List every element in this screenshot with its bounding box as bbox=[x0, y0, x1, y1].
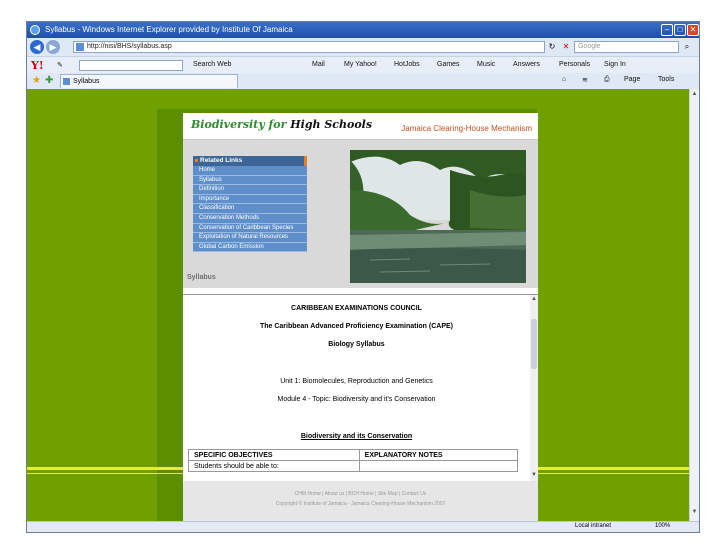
related-link-conservation-methods[interactable]: Conservation Methods bbox=[193, 214, 307, 224]
favorites-star-icon[interactable]: ★ bbox=[32, 75, 41, 86]
home-icon[interactable]: ⌂ bbox=[562, 76, 566, 83]
forward-button[interactable]: ▶ bbox=[46, 40, 60, 54]
table-cell-empty bbox=[358, 460, 519, 472]
header-panel: Related Links Home Syllabus Definition I… bbox=[183, 140, 538, 288]
stop-icon[interactable]: ✕ bbox=[561, 42, 571, 52]
site-footer: CHM Home | About us | BCH Home | Site Ma… bbox=[183, 481, 538, 521]
related-link-importance[interactable]: Importance bbox=[193, 195, 307, 205]
refresh-icon[interactable]: ↻ bbox=[547, 42, 557, 52]
add-favorite-icon[interactable]: ✚ bbox=[45, 75, 53, 86]
zoom-level[interactable]: 100% bbox=[655, 523, 670, 529]
maximize-button[interactable]: □ bbox=[674, 24, 686, 36]
related-link-carbon-emission[interactable]: Global Carbon Emission bbox=[193, 243, 307, 253]
table-cell: Students should be able to: bbox=[188, 460, 360, 472]
answers-item[interactable]: Answers bbox=[513, 61, 540, 68]
related-link-caribbean-species[interactable]: Conservation of Caribbean Species bbox=[193, 224, 307, 234]
page-menu[interactable]: Page bbox=[624, 76, 640, 83]
yahoo-search-input[interactable] bbox=[79, 60, 183, 71]
related-link-home[interactable]: Home bbox=[193, 166, 307, 176]
syllabus-heading: Biology Syllabus bbox=[328, 341, 385, 348]
related-links: Related Links Home Syllabus Definition I… bbox=[193, 156, 307, 253]
related-link-syllabus[interactable]: Syllabus bbox=[193, 176, 307, 186]
tab-page-icon bbox=[63, 78, 70, 85]
hotjobs-item[interactable]: HotJobs bbox=[394, 61, 420, 68]
zone-text: Local intranet bbox=[575, 523, 612, 529]
chm-title: Jamaica Clearing-House Mechanism bbox=[401, 124, 532, 133]
address-text: http://nisi/BHS/syllabus.asp bbox=[87, 43, 172, 50]
footer-links[interactable]: CHM Home | About us | BCH Home | Site Ma… bbox=[183, 491, 538, 497]
unit-text: Unit 1: Biomolecules, Reproduction and G… bbox=[280, 378, 433, 385]
objectives-table: SPECIFIC OBJECTIVES EXPLANATORY NOTES St… bbox=[188, 449, 519, 472]
browser-scrollbar[interactable]: ▲ ▼ bbox=[689, 89, 699, 521]
related-links-header: Related Links bbox=[193, 156, 307, 166]
sign-in-item[interactable]: Sign In bbox=[604, 61, 626, 68]
window-title: Syllabus - Windows Internet Explorer pro… bbox=[45, 25, 293, 34]
related-link-classification[interactable]: Classification bbox=[193, 204, 307, 214]
syllabus-content: CARIBBEAN EXAMINATIONS COUNCIL The Carib… bbox=[183, 295, 530, 481]
mangrove-photo bbox=[350, 150, 526, 283]
personals-item[interactable]: Personals bbox=[559, 61, 590, 68]
site-header: Biodiversity for High Schools Jamaica Cl… bbox=[183, 113, 538, 140]
tab-label: Syllabus bbox=[73, 78, 100, 85]
scroll-thumb[interactable] bbox=[531, 319, 537, 369]
site-logo[interactable]: Biodiversity for High Schools bbox=[191, 118, 372, 131]
search-icon[interactable]: ⌕ bbox=[682, 42, 692, 52]
search-web-button[interactable]: Search Web bbox=[193, 61, 231, 68]
ie-icon bbox=[30, 25, 40, 35]
logo-text-1: Biodiversity for bbox=[191, 118, 287, 131]
search-input[interactable]: Google bbox=[574, 41, 679, 53]
tab-bar: ★ ✚ Syllabus ⌂ ≋ ⎙ Page Tools bbox=[27, 73, 699, 89]
module-text: Module 4 - Topic: Biodiversity and it's … bbox=[277, 396, 436, 403]
title-bar: Syllabus - Windows Internet Explorer pro… bbox=[27, 22, 699, 38]
close-button[interactable]: ✕ bbox=[687, 24, 699, 36]
related-link-exploitation[interactable]: Exploitation of Natural Resources bbox=[193, 233, 307, 243]
page-container: Biodiversity for High Schools Jamaica Cl… bbox=[183, 113, 538, 521]
back-button[interactable]: ◀ bbox=[30, 40, 44, 54]
pencil-icon[interactable]: ✎ bbox=[57, 61, 63, 69]
topic-heading: Biodiversity and its Conservation bbox=[300, 433, 413, 440]
browser-scroll-down[interactable]: ▼ bbox=[691, 509, 698, 516]
games-item[interactable]: Games bbox=[437, 61, 460, 68]
exam-heading: The Caribbean Advanced Proficiency Exami… bbox=[259, 323, 454, 330]
scroll-up-arrow[interactable]: ▲ bbox=[530, 296, 538, 302]
col-header-notes: EXPLANATORY NOTES bbox=[358, 449, 519, 461]
browser-window: Syllabus - Windows Internet Explorer pro… bbox=[26, 21, 700, 533]
council-heading: CARIBBEAN EXAMINATIONS COUNCIL bbox=[291, 305, 422, 312]
status-bar: Local intranet 100% bbox=[27, 521, 699, 532]
feeds-icon[interactable]: ≋ bbox=[582, 76, 588, 84]
mail-item[interactable]: Mail bbox=[312, 61, 325, 68]
logo-text-2: High Schools bbox=[290, 118, 373, 131]
browser-scroll-up[interactable]: ▲ bbox=[691, 91, 698, 98]
yahoo-logo[interactable]: Y! bbox=[31, 59, 44, 72]
content-scrollbar[interactable]: ▲ ▼ bbox=[530, 295, 538, 481]
tab-syllabus[interactable]: Syllabus bbox=[60, 74, 238, 88]
tools-menu[interactable]: Tools bbox=[658, 76, 674, 83]
web-viewport: Biodiversity for High Schools Jamaica Cl… bbox=[27, 89, 689, 521]
address-field[interactable]: http://nisi/BHS/syllabus.asp bbox=[73, 41, 545, 53]
my-yahoo-item[interactable]: My Yahoo! bbox=[344, 61, 377, 68]
minimize-button[interactable]: – bbox=[661, 24, 673, 36]
section-separator bbox=[183, 288, 538, 295]
col-header-objectives: SPECIFIC OBJECTIVES bbox=[188, 449, 360, 461]
related-link-definition[interactable]: Definition bbox=[193, 185, 307, 195]
address-toolbar: ◀ ▶ http://nisi/BHS/syllabus.asp ↻ ✕ Goo… bbox=[27, 38, 699, 56]
section-label: Syllabus bbox=[187, 274, 216, 281]
copyright-text: Copyright © Institute of Jamaica - Jamai… bbox=[275, 501, 446, 507]
music-item[interactable]: Music bbox=[477, 61, 495, 68]
scroll-down-arrow[interactable]: ▼ bbox=[530, 472, 538, 478]
page-icon bbox=[76, 43, 84, 51]
print-icon[interactable]: ⎙ bbox=[604, 76, 610, 84]
